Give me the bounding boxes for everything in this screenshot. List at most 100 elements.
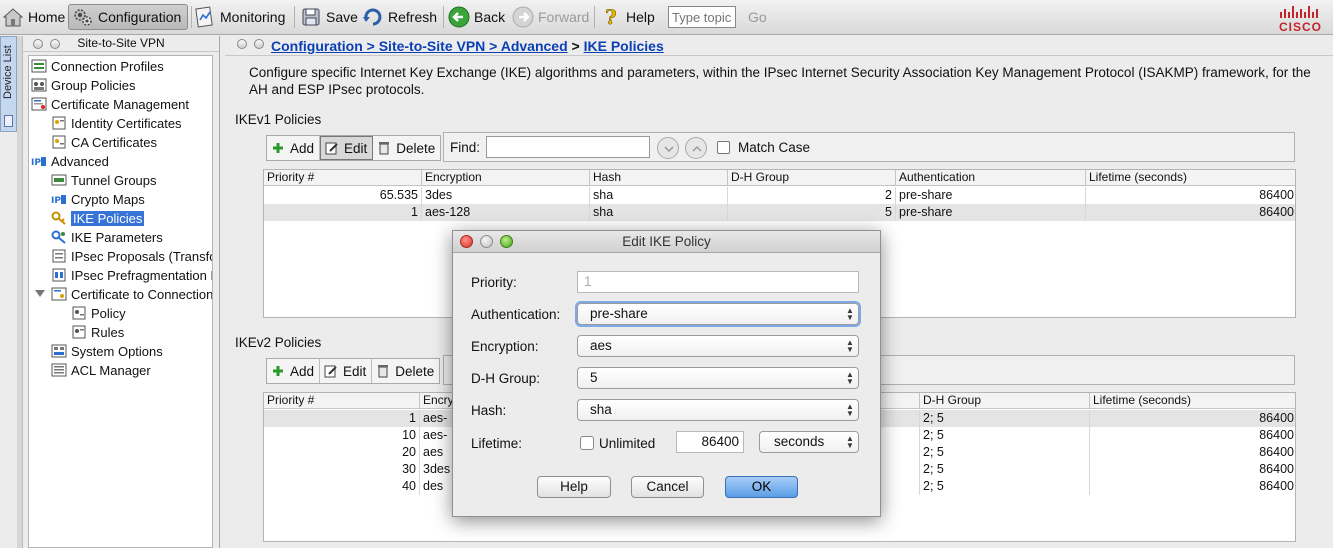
configuration-button[interactable]: Configuration [68,4,188,30]
refresh-button[interactable]: Refresh [362,4,437,30]
cell-priority: 10 [264,427,420,444]
tree-item-acl-manager[interactable]: ACL Manager [51,361,151,379]
cancel-button[interactable]: Cancel [631,476,704,498]
tree-item-policy[interactable]: Policy [71,304,126,322]
cell-lifetime: 86400 [1259,462,1294,476]
tree-item-crypto-maps[interactable]: IP Crypto Maps [51,190,145,208]
find-next-button[interactable] [657,137,679,159]
home-label: Home [28,9,66,25]
breadcrumb-current[interactable]: IKE Policies [584,38,664,54]
hash-select[interactable]: sha ▲ ▼ [577,399,859,421]
ikev2-edit-label: Edit [343,363,367,379]
monitoring-button[interactable]: Monitoring [194,4,285,30]
ikev2-section-title: IKEv2 Policies [235,335,322,350]
dialog-title-bar[interactable]: Edit IKE Policy [453,231,880,253]
forward-button[interactable]: Forward [512,4,589,30]
priority-field[interactable]: 1 [577,271,859,293]
tree-item-certificate-management[interactable]: Certificate Management [31,95,189,113]
tree-item-group-policies[interactable]: Group Policies [31,76,136,94]
column-header-authentication[interactable]: Authentication [896,170,1086,186]
tree-item-identity-certificates[interactable]: Identity Certificates [51,114,182,132]
refresh-icon [363,8,382,26]
navigation-panel: Site-to-Site VPN Connection Profiles Gro… [23,36,220,548]
ikev1-delete-button[interactable]: Delete [373,136,440,160]
column-header-lifetime[interactable]: Lifetime (seconds) [1086,170,1295,186]
save-button[interactable]: Save [300,4,358,30]
column-header-lifetime[interactable]: Lifetime (seconds) [1090,393,1295,409]
monitoring-label: Monitoring [220,9,286,25]
breadcrumb-link[interactable]: Configuration > Site-to-Site VPN > Advan… [271,38,568,54]
lifetime-unit-value: seconds [774,434,825,449]
home-button[interactable]: Home [2,4,65,30]
unlimited-checkbox[interactable] [580,436,594,450]
lifetime-unit-select[interactable]: seconds ▲ ▼ [759,431,859,453]
tree-item-ca-certificates[interactable]: CA Certificates [51,133,157,151]
lifetime-label: Lifetime: [471,436,523,451]
column-header-priority[interactable]: Priority # [264,393,420,409]
match-case-checkbox[interactable] [717,141,730,154]
tree-item-ipsec-prefragmentation[interactable]: IPsec Prefragmentation P [51,266,212,284]
tree-item-label: Connection Profiles [51,58,164,74]
column-header-encryption[interactable]: Encryption [422,170,590,186]
go-button[interactable]: Go [748,9,767,25]
home-icon [2,8,24,27]
breadcrumb-separator: > [571,38,580,54]
encryption-select[interactable]: aes ▲ ▼ [577,335,859,357]
tree-item-system-options[interactable]: System Options [51,342,163,360]
tree-item-ike-parameters[interactable]: IKE Parameters [51,228,163,246]
cell-encryption: aes-128 [422,204,590,221]
find-input[interactable] [486,136,650,158]
cell-lifetime: 86400 [1259,445,1294,459]
ikev1-edit-label: Edit [344,140,368,156]
dh-group-value: 5 [590,370,598,385]
ikev1-action-toolbar: Add Edit Delete [266,135,442,161]
content-close-button[interactable] [237,39,247,49]
dialog-zoom-button[interactable] [500,235,513,248]
column-header-dh-group[interactable]: D-H Group [728,170,896,186]
tree-item-tunnel-groups[interactable]: Tunnel Groups [51,171,157,189]
device-list-tab[interactable]: Device List [0,36,17,132]
tree-item-advanced[interactable]: IP Advanced [31,152,109,170]
tree-item-certificate-to-connection[interactable]: Certificate to Connection [51,285,212,303]
help-button[interactable]: ? Help [600,4,655,30]
tree-item-ike-policies[interactable]: IKE Policies [51,209,145,227]
table-row[interactable]: 1 aes-128 sha 5 pre-share 86400 [264,204,1295,221]
certificate-management-icon [31,97,47,111]
authentication-select[interactable]: pre-share ▲ ▼ [577,303,859,325]
help-button-dialog[interactable]: Help [537,476,611,498]
ike-policies-icon [51,211,66,225]
table-row[interactable]: 65.535 3des sha 2 pre-share 86400 [264,187,1295,204]
tree-item-ipsec-proposals[interactable]: IPsec Proposals (Transfo [51,247,212,265]
nav-tree: Connection Profiles Group Policies Certi… [28,55,213,548]
ikev2-edit-button[interactable]: Edit [320,359,373,383]
tree-expand-arrow-icon[interactable] [35,290,45,297]
column-header-dh-group[interactable]: D-H Group [920,393,1090,409]
tree-item-label: Crypto Maps [71,191,145,207]
content-minimize-button[interactable] [254,39,264,49]
tree-item-label: Tunnel Groups [71,172,157,188]
tree-item-connection-profiles[interactable]: Connection Profiles [31,57,164,75]
ikev2-delete-button[interactable]: Delete [372,359,439,383]
edit-ike-policy-dialog: Edit IKE Policy Priority: 1 Authenticati… [452,230,881,517]
dialog-minimize-button[interactable] [480,235,493,248]
column-header-hash[interactable]: Hash [590,170,728,186]
back-button[interactable]: Back [448,4,505,30]
dialog-close-button[interactable] [460,235,473,248]
panel-minimize-button[interactable] [50,39,60,49]
dh-group-select[interactable]: 5 ▲ ▼ [577,367,859,389]
panel-close-button[interactable] [33,39,43,49]
ikev1-edit-button[interactable]: Edit [320,136,374,160]
cell-dh-group: 5 [728,204,896,221]
cell-priority: 65.535 [264,187,422,204]
topic-search-input[interactable] [668,6,736,28]
cell-priority: 20 [264,444,420,461]
tree-item-label: Advanced [51,153,109,169]
ok-button[interactable]: OK [725,476,798,498]
cell-dh-group: 2; 5 [920,410,1090,427]
lifetime-input[interactable]: 86400 [676,431,744,453]
find-previous-button[interactable] [685,137,707,159]
column-header-priority[interactable]: Priority # [264,170,422,186]
ikev1-add-button[interactable]: Add [267,136,321,160]
tree-item-rules[interactable]: Rules [71,323,124,341]
ikev2-add-button[interactable]: Add [267,359,321,383]
